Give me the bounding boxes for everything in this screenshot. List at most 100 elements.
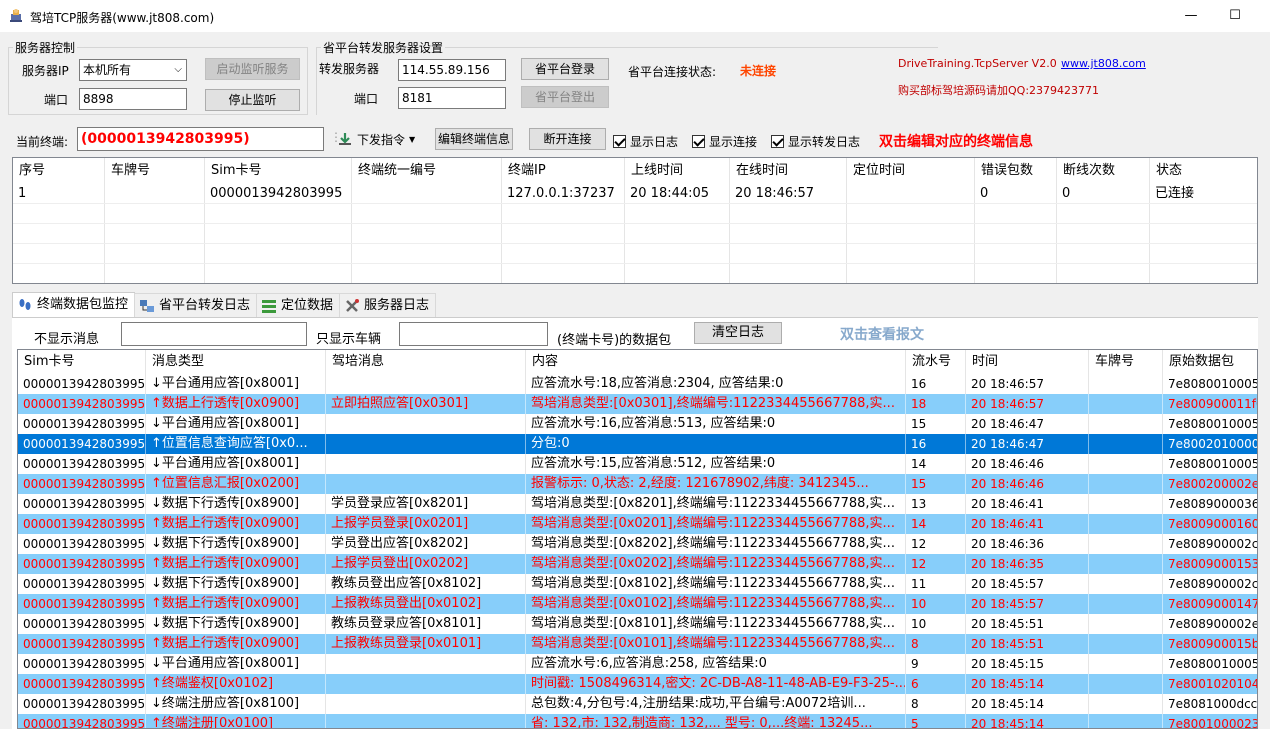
view-packet-hint: 双击查看报文 (840, 327, 924, 343)
packet-cell: 上报学员登出[0x0202] (326, 554, 526, 574)
packet-cell: ↑数据上行透传[0x0900] (146, 594, 326, 614)
packet-cell: 20 18:45:15 (966, 654, 1089, 674)
terminal-cell (502, 244, 625, 263)
terminal-column-header[interactable]: 状态 (1150, 158, 1257, 184)
website-link[interactable]: www.jt808.com (1061, 57, 1146, 70)
packet-row[interactable]: 0000013942803995 ↑位置信息查询应答[0x0... 分包:0 16 20… (18, 434, 1257, 454)
packet-cell (326, 674, 526, 694)
terminal-cell (1057, 244, 1150, 263)
start-listen-button[interactable]: 启动监听服务 (205, 58, 300, 80)
terminal-column-header[interactable]: 上线时间 (625, 158, 730, 184)
terminal-column-header[interactable]: 在线时间 (730, 158, 847, 184)
packet-cell: 驾培消息类型:[0x8202],终端编号:1122334455667788,实.… (526, 534, 906, 554)
packet-row[interactable]: 0000013942803995 ↑位置信息汇报[0x0200] 报警标示: 0,状… (18, 474, 1257, 494)
server-ip-select[interactable]: 本机所有 ⌵ (79, 59, 187, 81)
terminal-cell (13, 224, 105, 243)
terminal-column-header[interactable]: 断线次数 (1057, 158, 1150, 184)
terminal-cell (730, 204, 847, 223)
terminal-cell: 20 18:46:57 (730, 184, 847, 203)
tab-province-forward-log[interactable]: 省平台转发日志 (134, 293, 258, 317)
packet-row[interactable]: 0000013942803995 ↓数据下行透传[0x8900] 教练员登录应答[0… (18, 614, 1257, 634)
terminal-column-header[interactable]: 车牌号 (105, 158, 205, 184)
terminal-column-header[interactable]: 定位时间 (847, 158, 975, 184)
packet-column-header[interactable]: 时间 (966, 350, 1089, 374)
minimize-button[interactable]: — (1168, 0, 1214, 32)
packet-cell (1089, 714, 1163, 728)
packet-cell: 7e808900003600 (1163, 494, 1257, 514)
packet-row[interactable]: 0000013942803995 ↓数据下行透传[0x8900] 学员登录应答[0x… (18, 494, 1257, 514)
packet-cell: 7e80020100000 (1163, 434, 1257, 454)
packet-row[interactable]: 0000013942803995 ↓终端注册应答[0x8100] 总包数:4,分包号… (18, 694, 1257, 714)
disconnect-button[interactable]: 断开连接 (529, 128, 606, 150)
forward-port-input[interactable]: 8181 (398, 87, 506, 109)
tab-location-data[interactable]: 定位数据 (256, 293, 341, 317)
forward-server-input[interactable]: 114.55.89.156 (398, 59, 506, 81)
packet-cell: 驾培消息类型:[0x8101],终端编号:1122334455667788,实.… (526, 614, 906, 634)
send-command-dropdown[interactable]: 下发指令 ▼ (337, 129, 415, 149)
packet-row[interactable]: 0000013942803995 ↑终端注册[0x0100] 省: 132,市: 1… (18, 714, 1257, 728)
hide-message-input[interactable] (121, 322, 307, 346)
terminal-list[interactable]: 序号 车牌号 Sim卡号 终端统一编号 终端IP 上线时间 在线时间 定位时间 错误包数 断线次数… (12, 157, 1258, 284)
packet-column-header[interactable]: 车牌号 (1089, 350, 1163, 374)
footprints-icon (17, 297, 33, 313)
packet-row[interactable]: 0000013942803995 ↑终端鉴权[0x0102] 时间戳: 150849… (18, 674, 1257, 694)
packet-row[interactable]: 0000013942803995 ↑数据上行透传[0x0900] 上报教练员登录[0… (18, 634, 1257, 654)
province-logout-button[interactable]: 省平台登出 (521, 86, 609, 108)
current-terminal-input[interactable]: (0000013942803995) (77, 127, 324, 151)
tab-label: 终端数据包监控 (37, 297, 129, 312)
packet-row[interactable]: 0000013942803995 ↑数据上行透传[0x0900] 上报学员登录[0x… (18, 514, 1257, 534)
packet-column-header[interactable]: 流水号 (906, 350, 966, 374)
terminal-cell: 20 18:44:05 (625, 184, 730, 203)
packet-row[interactable]: 0000013942803995 ↓平台通用应答[0x8001] 应答流水号:6,应… (18, 654, 1257, 674)
packet-cell: 0000013942803995 (18, 554, 146, 574)
packet-column-header[interactable]: 原始数据包 (1163, 350, 1257, 374)
terminal-column-header[interactable]: 终端IP (502, 158, 625, 184)
packet-cell: 20 18:46:57 (966, 374, 1089, 394)
packet-cell: ↓终端注册应答[0x8100] (146, 694, 326, 714)
province-login-button[interactable]: 省平台登录 (521, 58, 609, 80)
terminal-column-header[interactable]: 序号 (13, 158, 105, 184)
packet-cell: 7e800900016000 (1163, 514, 1257, 534)
terminal-column-header[interactable]: Sim卡号 (205, 158, 352, 184)
maximize-button[interactable]: ☐ (1212, 0, 1258, 32)
packet-cell: 学员登录应答[0x8201] (326, 494, 526, 514)
only-show-vehicle-input[interactable] (399, 322, 548, 346)
packet-row[interactable]: 0000013942803995 ↓平台通用应答[0x8001] 应答流水号:15,… (18, 454, 1257, 474)
terminal-row[interactable]: 1 0000013942803995 127.0.0.1:37237 20 18:44… (13, 184, 1257, 204)
show-connection-checkbox[interactable]: 显示连接 (692, 133, 757, 150)
packet-cell: ↑数据上行透传[0x0900] (146, 634, 326, 654)
packet-row[interactable]: 0000013942803995 ↓平台通用应答[0x8001] 应答流水号:16,… (18, 414, 1257, 434)
stop-listen-button[interactable]: 停止监听 (205, 89, 300, 111)
show-log-checkbox[interactable]: 显示日志 (613, 133, 678, 150)
forward-server-label: 转发服务器 (319, 62, 380, 76)
terminal-cell (502, 224, 625, 243)
packet-row[interactable]: 0000013942803995 ↑数据上行透传[0x0900] 上报教练员登出[0… (18, 594, 1257, 614)
packet-row[interactable]: 0000013942803995 ↑数据上行透传[0x0900] 立即拍照应答[0x… (18, 394, 1257, 414)
clear-log-button[interactable]: 清空日志 (694, 322, 782, 344)
packet-cell: ↓数据下行透传[0x8900] (146, 494, 326, 514)
packet-row[interactable]: 0000013942803995 ↑数据上行透传[0x0900] 上报学员登出[0x… (18, 554, 1257, 574)
packet-row[interactable]: 0000013942803995 ↓平台通用应答[0x8001] 应答流水号:18,… (18, 374, 1257, 394)
packet-cell: 12 (906, 554, 966, 574)
server-port-input[interactable]: 8898 (79, 88, 187, 110)
packet-column-header[interactable]: 内容 (526, 350, 906, 374)
packet-list[interactable]: Sim卡号 消息类型 驾培消息 内容 流水号 时间 车牌号 原始数据包 00000139428… (17, 349, 1258, 729)
packet-cell: 7e800900014700 (1163, 594, 1257, 614)
packet-column-header[interactable]: 驾培消息 (326, 350, 526, 374)
packet-cell: 10 (906, 594, 966, 614)
packet-row[interactable]: 0000013942803995 ↓数据下行透传[0x8900] 教练员登出应答[0… (18, 574, 1257, 594)
tab-packet-monitor[interactable]: 终端数据包监控 (12, 292, 136, 317)
terminal-column-header[interactable]: 错误包数 (975, 158, 1057, 184)
terminal-cell (105, 264, 205, 283)
tab-server-log[interactable]: 服务器日志 (339, 293, 437, 317)
terminal-cell: 0 (1057, 184, 1150, 203)
packet-column-header[interactable]: Sim卡号 (18, 350, 146, 374)
edit-terminal-button[interactable]: 编辑终端信息 (435, 128, 513, 150)
show-forward-log-checkbox[interactable]: 显示转发日志 (771, 133, 860, 150)
terminal-column-header[interactable]: 终端统一编号 (352, 158, 502, 184)
packet-cell: 学员登出应答[0x8202] (326, 534, 526, 554)
packet-row[interactable]: 0000013942803995 ↓数据下行透传[0x8900] 学员登出应答[0x… (18, 534, 1257, 554)
packet-cell: 0000013942803995 (18, 574, 146, 594)
packet-column-header[interactable]: 消息类型 (146, 350, 326, 374)
packet-cell: 8 (906, 634, 966, 654)
